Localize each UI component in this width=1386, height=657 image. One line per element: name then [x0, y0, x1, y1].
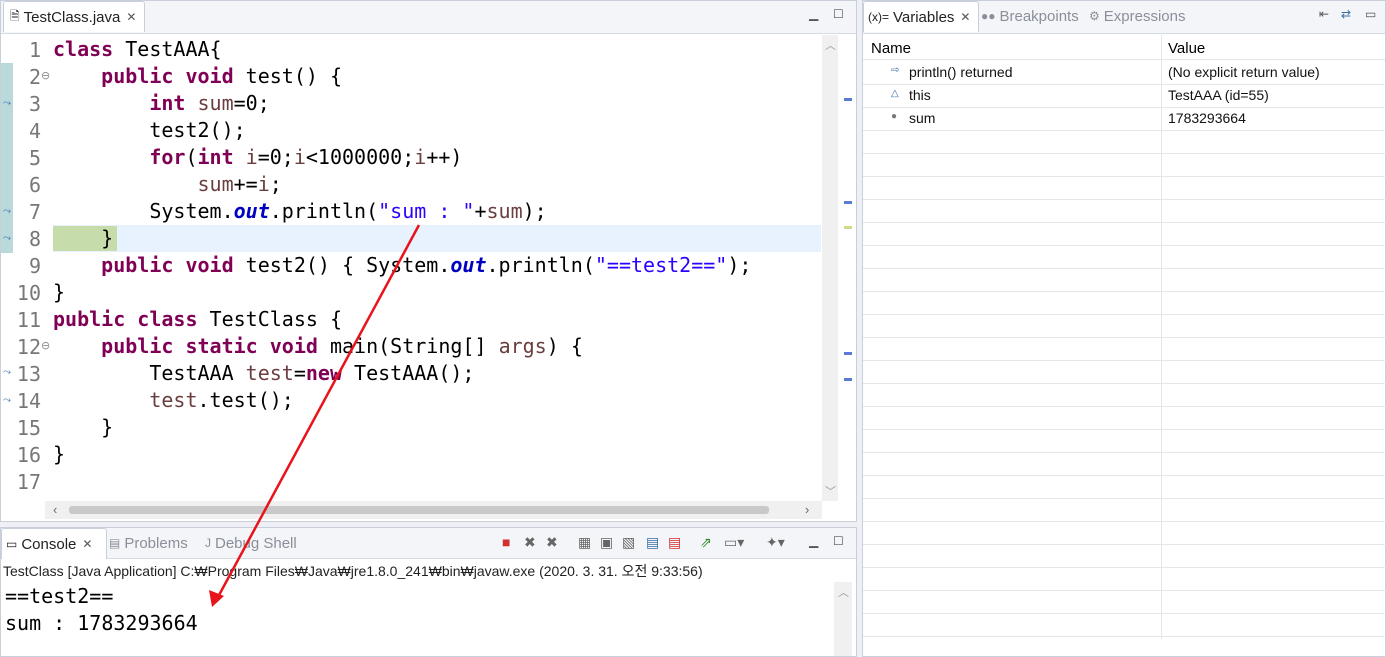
annotation-arrow — [209, 224, 421, 607]
arrow-line — [216, 224, 421, 598]
